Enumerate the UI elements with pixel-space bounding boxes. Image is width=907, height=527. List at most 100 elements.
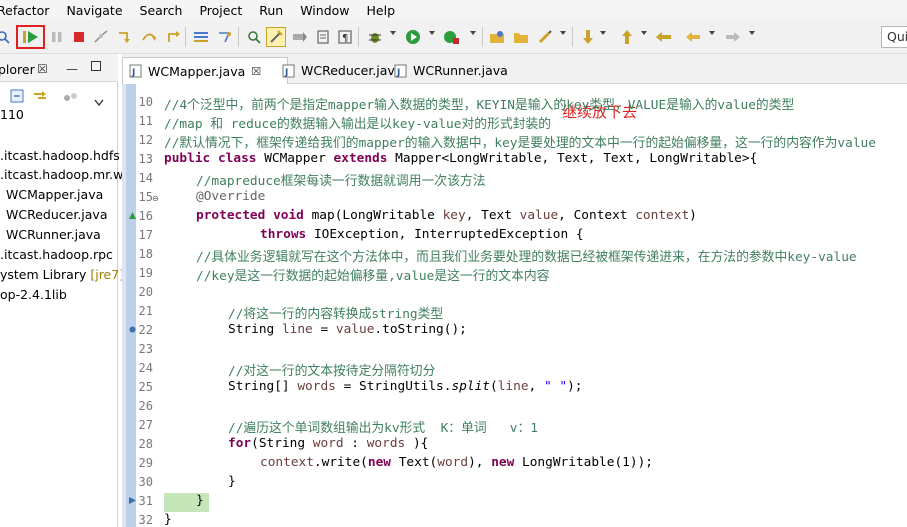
explorer-tab-label: plorer — [0, 62, 35, 77]
tree-item-package[interactable]: .itcast.hadoop.hdfs — [0, 148, 120, 163]
menu-help[interactable]: Help — [358, 3, 404, 18]
code-text: .toString(); — [374, 322, 467, 337]
comment: //将这一行的内容转换成string类型 — [228, 307, 444, 322]
java-file-icon: J — [282, 64, 296, 78]
edit-icon[interactable] — [536, 28, 554, 46]
change-bar — [126, 84, 136, 527]
suspend-icon[interactable] — [48, 28, 66, 46]
step-into-icon[interactable] — [116, 28, 134, 46]
menu-navigate[interactable]: Navigate — [57, 3, 130, 18]
tree-item-file[interactable]: WCReducer.java — [6, 207, 107, 222]
open-folder-icon[interactable] — [512, 28, 530, 46]
line-number: 16 — [138, 209, 153, 223]
menu-refactor[interactable]: Refactor — [0, 3, 57, 18]
disconnect-icon[interactable] — [92, 28, 110, 46]
tree-item-package[interactable]: .itcast.hadoop.mr.w — [0, 167, 123, 182]
tree-item[interactable]: 110 — [0, 107, 24, 122]
code-line: String[] words = StringUtils.split(line,… — [228, 379, 583, 394]
collapse-all-icon[interactable] — [10, 88, 24, 107]
tree-item-meta: [jre7] — [90, 267, 125, 282]
code-text: , Text — [465, 208, 520, 223]
annotation-next-icon[interactable] — [579, 28, 597, 46]
svg-text:J: J — [284, 68, 288, 78]
tree-item-file[interactable]: WCRunner.java — [6, 227, 101, 242]
back-icon[interactable] — [684, 28, 702, 46]
tab-wcreducer[interactable]: J WCReducer.java — [266, 57, 402, 84]
step-over-icon[interactable] — [140, 28, 158, 46]
menu-window[interactable]: Window — [291, 3, 357, 18]
code-line: } — [228, 474, 236, 489]
code-text: ), — [468, 455, 492, 470]
new-icon[interactable] — [245, 28, 263, 46]
toolbar: ¶ Quic — [0, 20, 907, 54]
close-icon[interactable]: ☒ — [37, 62, 48, 76]
chevron-down-icon[interactable] — [94, 92, 104, 111]
step-return-icon[interactable] — [164, 28, 182, 46]
code-line: protected void map(LongWritable key, Tex… — [196, 208, 697, 223]
terminate-icon[interactable] — [70, 28, 88, 46]
annotation-prev-icon[interactable] — [618, 28, 636, 46]
tab-wcmapper[interactable]: J WCMapper.java ☒ — [122, 57, 288, 84]
code-text: IOException, InterruptedException { — [306, 227, 584, 242]
quick-access-input[interactable]: Quic — [881, 26, 907, 48]
tree-item-package[interactable]: .itcast.hadoop.rpc — [0, 247, 113, 262]
local-variable: word — [437, 455, 469, 470]
local-variable: line — [281, 322, 313, 337]
svg-text:J: J — [396, 68, 400, 78]
close-icon[interactable]: ☒ — [251, 65, 261, 78]
maximize-icon[interactable] — [91, 61, 101, 71]
code-text: = — [312, 322, 336, 337]
tab-wcrunner[interactable]: J WCRunner.java — [388, 57, 508, 84]
menu-bar: Refactor Navigate Search Project Run Win… — [0, 0, 907, 20]
paragraph-icon[interactable]: ¶ — [336, 28, 354, 46]
menu-run[interactable]: Run — [250, 3, 291, 18]
local-variable: words — [297, 379, 336, 394]
run-icon[interactable] — [404, 28, 422, 46]
resume-icon[interactable] — [22, 28, 40, 46]
svg-text:¶: ¶ — [342, 33, 348, 44]
local-variable: word — [312, 436, 344, 451]
line-number: 32 — [138, 513, 153, 527]
menu-project[interactable]: Project — [190, 3, 250, 18]
line-number: 28 — [138, 437, 153, 451]
line-number: 23 — [138, 342, 153, 356]
breakpoint-icon[interactable] — [128, 325, 137, 337]
debug-icon[interactable] — [366, 28, 384, 46]
comment: //遍历这个单词数组输出为kv形式 K：单词 v：1 — [228, 421, 538, 436]
code-line: } — [196, 493, 204, 508]
code-text: } — [228, 474, 236, 489]
forward-icon[interactable] — [724, 28, 742, 46]
menu-search[interactable]: Search — [131, 3, 191, 18]
code-line: } — [164, 512, 172, 527]
link-with-editor-icon[interactable] — [32, 88, 48, 107]
view-menu-icon[interactable] — [63, 89, 79, 108]
code-line: String line = value.toString(); — [228, 322, 467, 337]
link-icon[interactable] — [0, 28, 12, 46]
line-number: 31 — [138, 494, 153, 508]
use-step-filters-icon[interactable] — [216, 28, 234, 46]
local-variable: line — [497, 379, 529, 394]
last-edit-icon[interactable] — [655, 28, 673, 46]
code-line: //遍历这个单词数组输出为kv形式 K：单词 v：1 — [228, 417, 538, 436]
line-number: 24 — [138, 361, 153, 375]
open-type-icon[interactable] — [488, 28, 506, 46]
code-text: String — [228, 322, 282, 337]
svg-text:J: J — [131, 68, 135, 78]
code-editor[interactable]: 10 11 12 13 14 15 16 17 18 19 20 21 22 2… — [122, 84, 907, 527]
fold-icon[interactable]: ⊖ — [152, 194, 159, 203]
highlight-icon[interactable] — [291, 28, 309, 46]
line-number: 13 — [138, 152, 153, 166]
pin-icon[interactable] — [266, 27, 286, 47]
line-number: 20 — [138, 285, 153, 299]
tree-item-library[interactable]: op-2.4.1lib — [0, 287, 67, 302]
comment: //具体业务逻辑就写在这个方法体中，而且我们业务要处理的数据已经被框架传递进来，… — [196, 250, 857, 265]
tree-item-file[interactable]: WCMapper.java — [6, 187, 103, 202]
code-text: , Context — [558, 208, 636, 223]
toggle-icon[interactable] — [314, 28, 332, 46]
drop-to-frame-icon[interactable] — [192, 28, 210, 46]
explorer-tab[interactable]: plorer ☒ — — [0, 54, 118, 82]
external-tools-icon[interactable] — [443, 28, 461, 46]
minimize-icon[interactable]: — — [66, 62, 78, 76]
line-number: 27 — [138, 418, 153, 432]
tree-item-library[interactable]: ystem Library [jre7] — [0, 267, 124, 282]
